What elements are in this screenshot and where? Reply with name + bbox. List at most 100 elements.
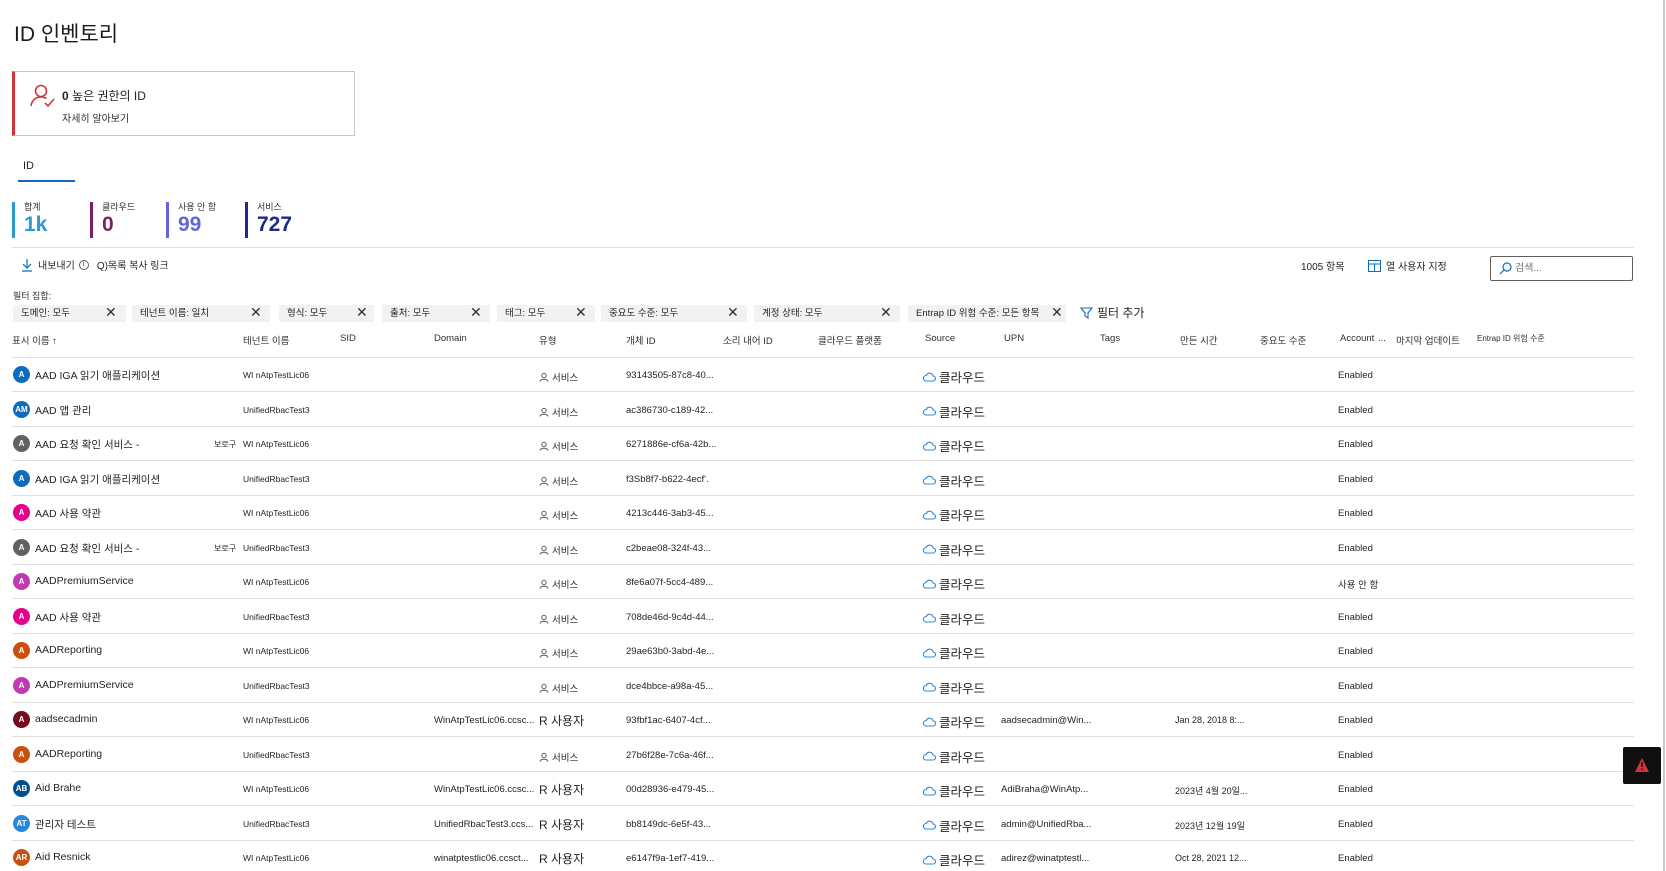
filter-pill-account-status[interactable]: 계정 상태: 모두 ✕ <box>754 304 900 322</box>
table-row[interactable]: A AADPremiumService WI nAtpTestLic06 서비스 8fe… <box>12 565 1634 599</box>
learn-more-link[interactable]: 자세히 알아보기 <box>62 110 129 125</box>
table-row[interactable]: AR Aid Resnick WI nAtpTestLic06 winatptestl… <box>12 841 1634 871</box>
display-name[interactable]: AAD 요청 확인 서비스 - <box>35 541 139 556</box>
download-icon[interactable] <box>20 258 34 272</box>
display-name[interactable]: AAD IGA 읽기 애플리케이션 <box>35 472 160 487</box>
display-name[interactable]: AADPremiumService <box>35 679 134 691</box>
close-icon[interactable]: ✕ <box>250 304 262 321</box>
user-alert-icon <box>30 84 55 108</box>
source: 클라우드 <box>922 747 985 766</box>
close-icon[interactable]: ✕ <box>470 304 482 321</box>
col-risk-level[interactable]: Entrap ID 위험 수준 <box>1477 333 1545 344</box>
filter-pill-risk-level[interactable]: Entrap ID 위험 수준: 모든 항목 ✕ <box>908 304 1066 322</box>
alert-title: 0 높은 권한의 ID <box>62 89 146 103</box>
filter-pill-tenant[interactable]: 테넌트 이름: 일치 ✕ <box>132 304 270 322</box>
col-display-name[interactable]: 표시 이름 ↑ <box>12 333 57 347</box>
cloud-icon <box>922 648 936 658</box>
col-created[interactable]: 만든 시간 <box>1180 333 1218 347</box>
filter-pill-criticality[interactable]: 중요도 수준: 모두 ✕ <box>601 304 747 322</box>
account-status: Enabled <box>1338 680 1373 692</box>
table-row[interactable]: AB Aid Brahe WI nAtpTestLic06 WinAtpTestLic… <box>12 772 1634 806</box>
close-icon[interactable]: ✕ <box>880 304 892 321</box>
display-name[interactable]: AAD 요청 확인 서비스 - <box>35 437 139 452</box>
display-name[interactable]: AAD 사용 약관 <box>35 610 101 625</box>
display-name[interactable]: Aid Resnick <box>35 851 90 863</box>
object-id: 4213c446-3ab3-45... <box>626 508 714 519</box>
display-name[interactable]: AADReporting <box>35 644 102 656</box>
table-row[interactable]: A AAD IGA 읽기 애플리케이션 WI nAtpTestLic06 서비스 931… <box>12 358 1634 392</box>
close-icon[interactable]: ✕ <box>727 304 739 321</box>
display-name[interactable]: AADPremiumService <box>35 575 134 587</box>
table-row[interactable]: Aaadsecadmin WI nAtpTestLic06 WinAtpTestLi… <box>12 703 1634 737</box>
source: 클라우드 <box>922 850 985 869</box>
filter-icon <box>1080 306 1093 319</box>
col-tenant[interactable]: 테넌트 이름 <box>243 333 289 347</box>
object-id: 27b6f28e-7c6a-46f... <box>626 749 714 761</box>
account-status: Enabled <box>1338 749 1373 761</box>
display-name[interactable]: aadsecadmin <box>35 713 97 725</box>
avatar: AT <box>13 814 30 832</box>
filter-pill-source[interactable]: 출처: 모두 ✕ <box>382 304 490 322</box>
table-row[interactable]: AM AAD 앱 관리 UnifiedRbacTest3 서비스 ac386730-c1… <box>12 393 1634 427</box>
col-upn[interactable]: UPN <box>1004 333 1024 344</box>
filter-pill-tags[interactable]: 태그: 모두 ✕ <box>497 304 595 322</box>
filter-pill-domain[interactable]: 도메인: 모두 ✕ <box>13 304 126 322</box>
tenant-name: UnifiedRbacTest3 <box>243 473 310 484</box>
table-row[interactable]: AT 관리자 테스트 UnifiedRbacTest3 UnifiedRbacTest… <box>12 807 1634 841</box>
cloud-icon <box>922 786 936 796</box>
high-privilege-card[interactable]: 0 높은 권한의 ID 자세히 알아보기 <box>12 71 355 136</box>
filter-pill-type[interactable]: 형식: 모두 ✕ <box>279 304 374 322</box>
source: 클라우드 <box>922 402 985 421</box>
service-icon <box>539 476 549 486</box>
table-row[interactable]: A AAD 사용 약관 UnifiedRbacTest3 서비스 708de46d-9c… <box>12 600 1634 634</box>
display-name[interactable]: AAD 사용 약관 <box>35 506 101 521</box>
col-voice-id[interactable]: 소리 내어 ID <box>723 333 773 347</box>
col-object-id[interactable]: 개체 ID <box>626 333 656 347</box>
col-tags[interactable]: Tags <box>1100 333 1120 344</box>
add-filter-button[interactable]: 필터 추가 <box>1080 304 1145 321</box>
col-type[interactable]: 유형 <box>539 333 556 347</box>
table-row[interactable]: A AAD 요청 확인 서비스 - 보로구 UnifiedRbacTest3 서비스 c2… <box>12 531 1634 565</box>
close-icon[interactable]: ✕ <box>105 304 117 321</box>
avatar: A <box>13 504 30 521</box>
domain: WinAtpTestLic06.ccsc... <box>434 784 535 795</box>
col-sid[interactable]: SID <box>340 333 356 344</box>
table-row[interactable]: A AAD IGA 읽기 애플리케이션 UnifiedRbacTest3 서비스 f3S… <box>12 462 1634 496</box>
col-cloud-platform[interactable]: 클라우드 플랫폼 <box>818 333 882 347</box>
object-id: e6147f9a-1ef7-419... <box>626 853 715 864</box>
table-row[interactable]: A AAD 사용 약관 WI nAtpTestLic06 서비스 4213c446-3a… <box>12 496 1634 530</box>
table-row[interactable]: A AADPremiumService UnifiedRbacTest3 서비스 dce… <box>12 669 1634 703</box>
cloud-icon <box>922 406 936 416</box>
table-row[interactable]: A AAD 요청 확인 서비스 - 보로구 WI nAtpTestLic06 서비스 62… <box>12 427 1634 461</box>
source: 클라우드 <box>922 367 985 386</box>
tab-id[interactable]: ID <box>18 160 75 182</box>
table-row[interactable]: A AADReporting WI nAtpTestLic06 서비스 29ae63b0… <box>12 634 1634 668</box>
avatar: AR <box>13 849 30 866</box>
export-button[interactable]: 내보내기 <box>38 257 75 272</box>
cloud-icon <box>922 372 936 382</box>
display-name[interactable]: 관리자 테스트 <box>35 817 96 832</box>
scrollbar[interactable] <box>1663 0 1665 871</box>
col-more[interactable]: ... <box>1378 333 1386 344</box>
col-criticality[interactable]: 중요도 수준 <box>1260 333 1306 347</box>
copy-link-button[interactable]: Q)목록 복사 링크 <box>97 257 169 272</box>
display-name[interactable]: AAD IGA 읽기 애플리케이션 <box>35 368 160 383</box>
source: 클라우드 <box>922 471 985 490</box>
service-icon <box>539 510 549 520</box>
close-icon[interactable]: ✕ <box>575 304 587 321</box>
feedback-button[interactable] <box>1623 747 1661 784</box>
display-name[interactable]: AAD 앱 관리 <box>35 403 91 418</box>
table-row[interactable]: A AADReporting UnifiedRbacTest3 서비스 27b6f28e… <box>12 738 1634 772</box>
search-input[interactable] <box>1490 256 1633 281</box>
display-name[interactable]: AADReporting <box>35 748 102 760</box>
col-domain[interactable]: Domain <box>434 333 467 344</box>
col-source[interactable]: Source <box>925 333 955 344</box>
customize-columns-button[interactable]: 열 사용자 지정 <box>1368 258 1447 273</box>
close-icon[interactable]: ✕ <box>356 304 368 321</box>
close-icon[interactable]: ✕ <box>1051 304 1063 321</box>
source: 클라우드 <box>922 678 985 697</box>
service-icon <box>539 545 549 555</box>
col-account[interactable]: Account <box>1340 333 1374 344</box>
col-last-updated[interactable]: 마지막 업데이트 <box>1396 333 1460 347</box>
display-name[interactable]: Aid Brahe <box>35 782 81 794</box>
